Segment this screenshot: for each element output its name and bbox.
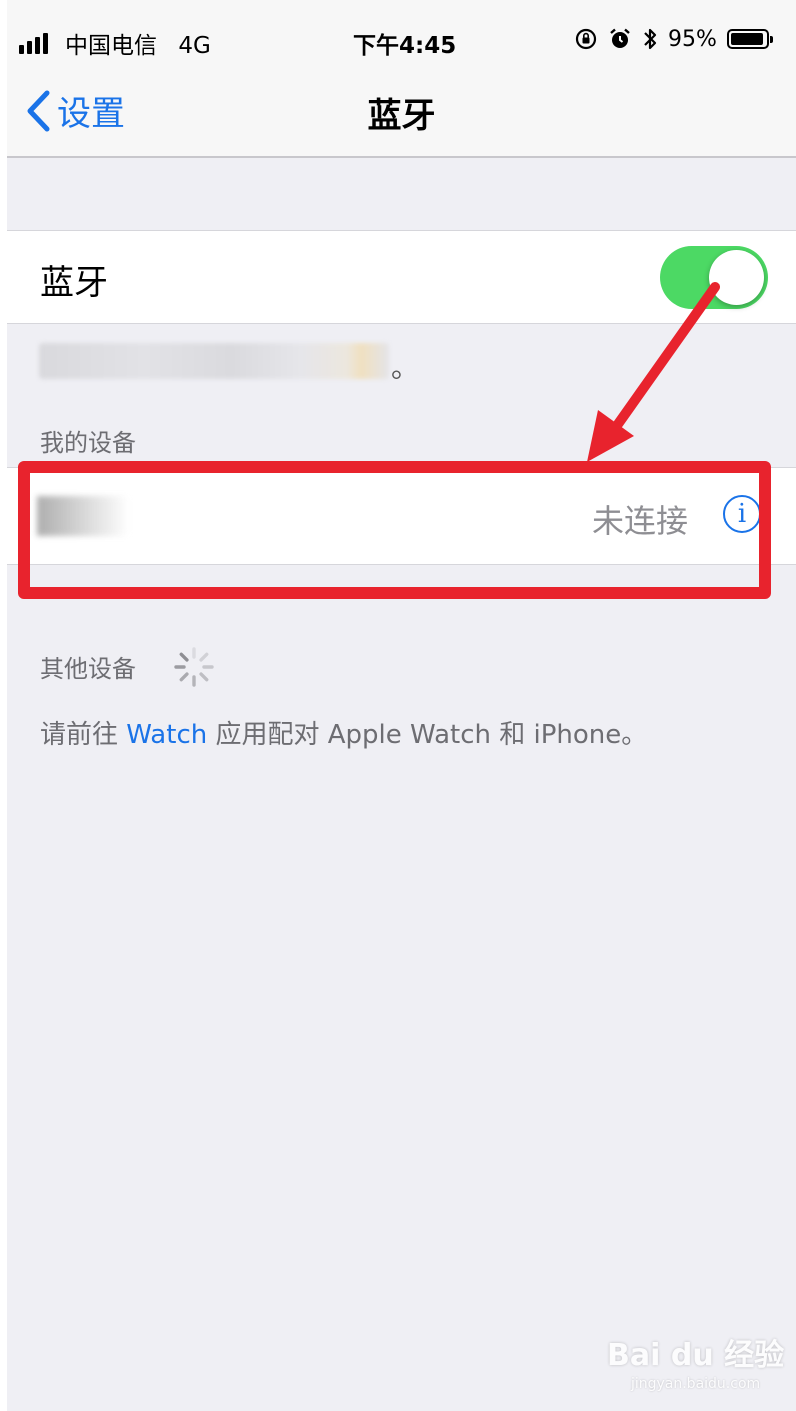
- annotation-arrow-icon: [587, 282, 720, 462]
- pair-note-suffix: 应用配对 Apple Watch 和 iPhone。: [207, 720, 648, 750]
- pair-apple-watch-note: 请前往 Watch 应用配对 Apple Watch 和 iPhone。: [40, 714, 647, 751]
- baidu-watermark: Bai du 经验 jingyan.baidu.com: [607, 1330, 784, 1392]
- watermark-main: Bai du 经验: [607, 1338, 785, 1373]
- pair-note-prefix: 请前往: [40, 720, 127, 750]
- screen-edge: [0, 0, 7, 1411]
- watermark-sub: jingyan.baidu.com: [630, 1376, 761, 1392]
- watch-app-link[interactable]: Watch: [126, 720, 207, 750]
- bluetooth-settings-page: 中国电信 4G 下午4:45 95% 设置 蓝牙 蓝牙 。 我的设备 未连接 i…: [7, 0, 796, 1411]
